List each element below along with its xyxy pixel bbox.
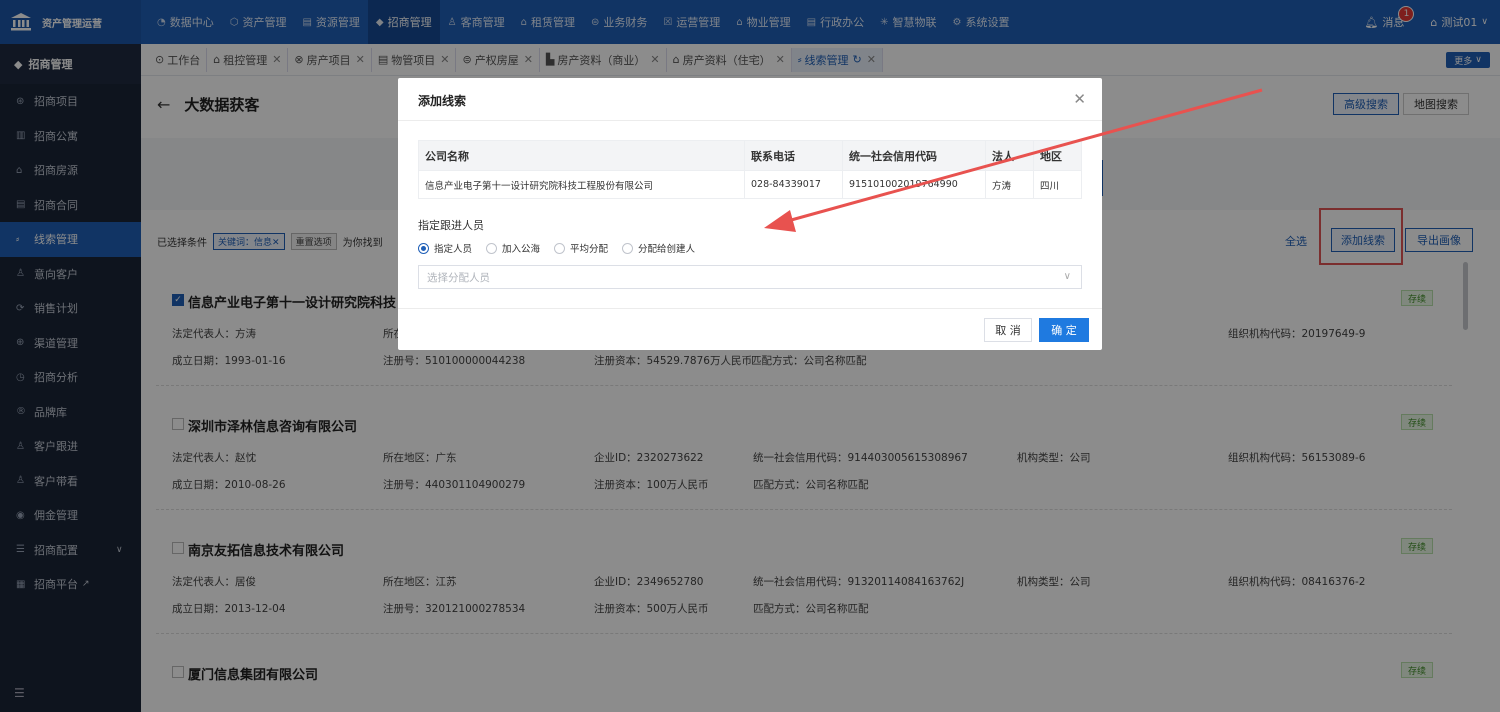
col-legal-rep: 法人 — [985, 140, 1034, 171]
select-placeholder: 选择分配人员 — [427, 271, 490, 284]
cell-company-name: 信息产业电子第十一设计研究院科技工程股份有限公司 — [418, 170, 745, 199]
chevron-down-icon: ∨ — [1063, 271, 1071, 282]
assign-radio-group: 指定人员 加入公海 平均分配 分配给创建人 — [418, 241, 695, 255]
close-icon[interactable]: ✕ — [1073, 90, 1086, 108]
assignee-select[interactable]: 选择分配人员 ∨ — [418, 265, 1082, 289]
divider — [398, 308, 1102, 309]
table-header-row: 公司名称 联系电话 统一社会信用代码 法人 地区 — [418, 140, 1082, 171]
radio-button[interactable] — [418, 242, 429, 254]
cell-phone: 028-84339017 — [744, 170, 843, 199]
radio-button[interactable] — [486, 242, 498, 254]
col-phone: 联系电话 — [744, 140, 843, 171]
divider — [398, 120, 1102, 121]
radio-button[interactable] — [622, 242, 634, 254]
dialog-title: 添加线索 — [418, 94, 467, 108]
radio-even-split[interactable]: 平均分配 — [554, 241, 608, 255]
radio-designated[interactable]: 指定人员 — [418, 241, 472, 255]
confirm-button[interactable]: 确 定 — [1039, 318, 1089, 342]
radio-public-pool[interactable]: 加入公海 — [486, 241, 540, 255]
cancel-button[interactable]: 取 消 — [984, 318, 1032, 342]
assign-label: 指定跟进人员 — [418, 219, 484, 232]
table-row: 信息产业电子第十一设计研究院科技工程股份有限公司 028-84339017 91… — [418, 170, 1082, 199]
radio-button[interactable] — [554, 242, 566, 254]
col-company-name: 公司名称 — [418, 140, 745, 171]
lead-table: 公司名称 联系电话 统一社会信用代码 法人 地区 信息产业电子第十一设计研究院科… — [418, 140, 1082, 199]
col-credit-code: 统一社会信用代码 — [842, 140, 986, 171]
cell-region: 四川 — [1033, 170, 1082, 199]
cell-credit-code: 915101002019764990 — [842, 170, 986, 199]
radio-creator[interactable]: 分配给创建人 — [622, 241, 695, 255]
add-lead-dialog: 添加线索 ✕ 公司名称 联系电话 统一社会信用代码 法人 地区 信息产业电子第十… — [398, 78, 1102, 350]
cell-legal-rep: 方涛 — [985, 170, 1034, 199]
col-region: 地区 — [1033, 140, 1082, 171]
